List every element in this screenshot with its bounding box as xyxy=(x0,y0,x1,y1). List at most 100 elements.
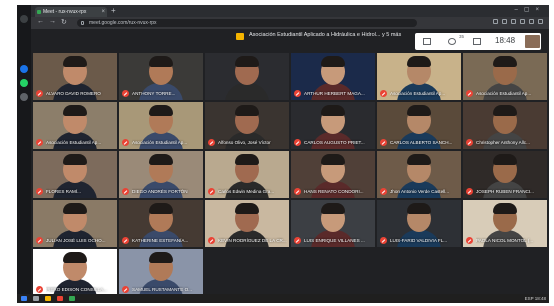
mic-off-icon xyxy=(36,139,43,146)
participant-tile[interactable]: Christopher Anthony Allc... xyxy=(463,102,547,149)
participant-tile[interactable]: JOSEPH RUBEN FRANCI... xyxy=(463,151,547,198)
tab-title: Meet - rux-nvux-rpx xyxy=(43,9,87,15)
mic-off-icon xyxy=(36,237,43,244)
participant-name: JOSEPH RUBEN FRANCI... xyxy=(476,189,534,194)
participant-tile[interactable]: Asociación Estudiantil Ap... xyxy=(33,102,117,149)
participant-hair xyxy=(149,154,173,165)
participant-tile[interactable] xyxy=(205,53,289,100)
participant-hair xyxy=(235,56,259,67)
people-icon[interactable] xyxy=(448,38,456,45)
participant-name: SAMUEL RUSTAMANTE O... xyxy=(132,287,192,292)
app-icon[interactable] xyxy=(69,296,75,301)
mic-off-icon xyxy=(294,237,301,244)
messenger-icon[interactable] xyxy=(20,65,28,73)
app-icon-1[interactable] xyxy=(20,15,28,23)
participant-name: ALVARO DAVID ROMERO xyxy=(46,91,101,96)
participant-hair xyxy=(493,154,517,165)
participant-count: 35 xyxy=(459,34,465,39)
participant-tile[interactable]: LUIS-FARID VALDIVIA FL... xyxy=(377,200,461,247)
participant-tile[interactable]: JULIAN JOSÉ LUIS OCHO... xyxy=(33,200,117,247)
app-icon-4[interactable] xyxy=(20,93,28,101)
participant-tile[interactable]: DIEGO ANDRÉS FORTÓN xyxy=(119,151,203,198)
participant-tile[interactable]: ALVARO DAVID ROMERO xyxy=(33,53,117,100)
back-icon[interactable]: ← xyxy=(37,18,44,25)
chrome-icon[interactable] xyxy=(57,296,63,301)
participant-tile[interactable]: Asociación Estudiantil Ap... xyxy=(463,53,547,100)
participant-hair xyxy=(407,105,431,116)
participant-tile[interactable]: FLORES RAMÍ... xyxy=(33,151,117,198)
chat-icon[interactable] xyxy=(473,38,481,45)
participant-name: ARTHUR HERBERT MAGA... xyxy=(304,91,365,96)
close-tab-icon[interactable]: × xyxy=(101,7,105,17)
mic-off-icon xyxy=(122,90,129,97)
participant-name: JULIAN JOSÉ LUIS OCHO... xyxy=(46,238,106,243)
participant-name: Christopher Anthony Allc... xyxy=(476,140,530,145)
participant-hair xyxy=(63,154,87,165)
participant-tile[interactable]: SAMUEL RUSTAMANTE O... xyxy=(119,249,203,296)
participant-tile[interactable]: ANTHONY TORRE... xyxy=(119,53,203,100)
participant-hair xyxy=(235,203,259,214)
participant-tile[interactable]: CARLOS AUGUSTO PRIET... xyxy=(291,102,375,149)
participant-hair xyxy=(321,105,345,116)
explorer-icon[interactable] xyxy=(45,296,51,301)
participant-name: Carlos Edwin Medina Gra... xyxy=(218,189,275,194)
participant-tile[interactable]: ARTHUR HERBERT MAGA... xyxy=(291,53,375,100)
whatsapp-icon[interactable] xyxy=(20,79,28,87)
forward-icon[interactable]: → xyxy=(49,18,56,25)
participant-tile[interactable]: PAOLA NICOL MONTOL (... xyxy=(463,200,547,247)
start-icon[interactable] xyxy=(21,296,27,301)
participant-tile[interactable]: KEVIN RODRÍGUEZ DE LA CR... xyxy=(205,200,289,247)
mic-off-icon xyxy=(208,188,215,195)
mic-off-icon xyxy=(122,188,129,195)
participant-hair xyxy=(493,56,517,67)
mic-off-icon xyxy=(294,90,301,97)
meet-top-bar: Asociación Estudiantil Aplicado a Hidráu… xyxy=(31,29,549,53)
browser-tab[interactable]: Meet - rux-nvux-rpx × xyxy=(35,7,107,17)
participant-hair xyxy=(321,154,345,165)
meet-favicon-icon xyxy=(37,10,41,14)
search-icon[interactable] xyxy=(33,296,39,301)
url-field[interactable]: meet.google.com/rux-nvux-rpx xyxy=(77,19,417,27)
participant-hair xyxy=(235,154,259,165)
mic-off-icon xyxy=(122,139,129,146)
extension-icon[interactable] xyxy=(529,19,534,24)
extension-icon[interactable] xyxy=(502,19,507,24)
participant-tile[interactable]: LUIS ENRIQUE VILLANES ... xyxy=(291,200,375,247)
participant-tile[interactable]: Asociación Estudiantil Ap... xyxy=(377,53,461,100)
mic-off-icon xyxy=(122,286,129,293)
participant-hair xyxy=(407,154,431,165)
participant-tile[interactable]: Alfonso Olivo, José Víctor xyxy=(205,102,289,149)
participant-tile[interactable]: PIERO EDISON CONSILLA... xyxy=(33,249,117,296)
mic-off-icon xyxy=(294,188,301,195)
grid-view-icon[interactable] xyxy=(423,38,431,45)
participant-hair xyxy=(493,203,517,214)
participant-hair xyxy=(149,56,173,67)
participant-tile[interactable]: Carlos Edwin Medina Gra... xyxy=(205,151,289,198)
extension-icon[interactable] xyxy=(493,19,498,24)
participant-tile[interactable]: Jhon Antonio Verde Castell... xyxy=(377,151,461,198)
participant-hair xyxy=(63,252,87,263)
extension-icon[interactable] xyxy=(511,19,516,24)
participant-tile[interactable]: CARLOS ALBERTO SANCH... xyxy=(377,102,461,149)
participant-tile[interactable]: Asociación Estudiantil Ap... xyxy=(119,102,203,149)
new-tab-button[interactable]: + xyxy=(111,6,116,15)
desktop-screen: Meet - rux-nvux-rpx × + –▢× ← → ↻ meet.g… xyxy=(17,5,549,303)
participant-name: FLORES RAMÍ... xyxy=(46,189,81,194)
participant-tile[interactable]: HANS RENATO CONDORI... xyxy=(291,151,375,198)
reload-icon[interactable]: ↻ xyxy=(61,18,67,26)
extension-icon[interactable] xyxy=(520,19,525,24)
mic-off-icon xyxy=(380,188,387,195)
mic-off-icon xyxy=(466,139,473,146)
mic-off-icon xyxy=(466,90,473,97)
participant-name: KEVIN RODRÍGUEZ DE LA CR... xyxy=(218,238,287,243)
system-tray: ESP 18:48 xyxy=(524,296,546,301)
window-controls[interactable]: –▢× xyxy=(514,6,545,13)
menu-icon[interactable] xyxy=(538,19,543,24)
mic-off-icon xyxy=(466,237,473,244)
self-view-thumbnail[interactable] xyxy=(525,35,540,48)
participant-name: LUIS-FARID VALDIVIA FL... xyxy=(390,238,448,243)
participant-tile[interactable]: KATHERINE ESTEFANÍA... xyxy=(119,200,203,247)
participant-hair xyxy=(149,252,173,263)
url-text: meet.google.com/rux-nvux-rpx xyxy=(89,20,157,26)
mic-off-icon xyxy=(122,237,129,244)
